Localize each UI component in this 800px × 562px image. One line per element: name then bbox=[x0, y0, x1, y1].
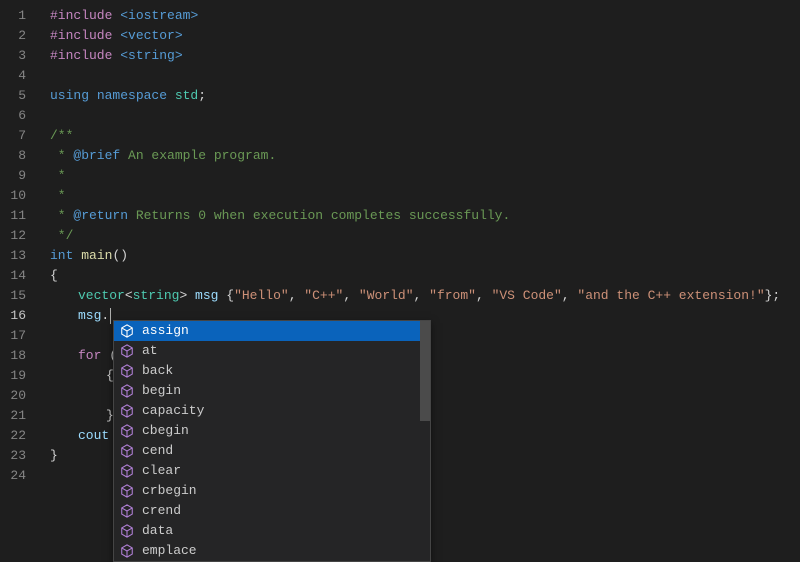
line-number: 11 bbox=[0, 206, 38, 226]
code-line[interactable]: using namespace std; bbox=[50, 86, 800, 106]
suggestion-label: crend bbox=[142, 501, 430, 521]
line-number: 18 bbox=[0, 346, 38, 366]
suggestion-item[interactable]: capacity bbox=[114, 401, 430, 421]
method-icon bbox=[118, 502, 136, 520]
line-number: 22 bbox=[0, 426, 38, 446]
code-line[interactable]: vector<string> msg {"Hello", "C++", "Wor… bbox=[50, 286, 800, 306]
line-number-gutter: 1 2 3 4 5 6 7 8 9 10 11 12 13 14 15 16 1… bbox=[0, 0, 38, 539]
line-number: 21 bbox=[0, 406, 38, 426]
suggestion-label: begin bbox=[142, 381, 430, 401]
method-icon bbox=[118, 522, 136, 540]
line-number: 15 bbox=[0, 286, 38, 306]
line-number: 12 bbox=[0, 226, 38, 246]
suggestion-item[interactable]: clear bbox=[114, 461, 430, 481]
line-number: 9 bbox=[0, 166, 38, 186]
suggestion-label: clear bbox=[142, 461, 430, 481]
suggestion-item[interactable]: crbegin bbox=[114, 481, 430, 501]
suggestion-item[interactable]: at bbox=[114, 341, 430, 361]
line-number: 16 bbox=[0, 306, 38, 326]
line-number: 5 bbox=[0, 86, 38, 106]
line-number: 14 bbox=[0, 266, 38, 286]
code-line[interactable]: * @brief An example program. bbox=[50, 146, 800, 166]
code-line[interactable]: { bbox=[50, 266, 800, 286]
line-number: 24 bbox=[0, 466, 38, 486]
line-number: 23 bbox=[0, 446, 38, 466]
code-line[interactable]: */ bbox=[50, 226, 800, 246]
line-number: 1 bbox=[0, 6, 38, 26]
code-line[interactable]: #include <vector> bbox=[50, 26, 800, 46]
line-number: 13 bbox=[0, 246, 38, 266]
suggestion-label: at bbox=[142, 341, 430, 361]
line-number: 20 bbox=[0, 386, 38, 406]
suggestion-item[interactable]: crend bbox=[114, 501, 430, 521]
method-icon bbox=[118, 422, 136, 440]
suggestion-scrollbar[interactable] bbox=[420, 321, 430, 421]
method-icon bbox=[118, 382, 136, 400]
suggestion-label: crbegin bbox=[142, 481, 430, 501]
code-line[interactable]: * bbox=[50, 186, 800, 206]
suggestion-item[interactable]: cend bbox=[114, 441, 430, 461]
suggestion-item[interactable]: cbegin bbox=[114, 421, 430, 441]
text-cursor bbox=[110, 308, 111, 324]
code-line[interactable]: * @return Returns 0 when execution compl… bbox=[50, 206, 800, 226]
line-number: 10 bbox=[0, 186, 38, 206]
suggestion-label: back bbox=[142, 361, 430, 381]
suggestion-label: cbegin bbox=[142, 421, 430, 441]
suggestion-item[interactable]: assign bbox=[114, 321, 430, 341]
suggestion-label: assign bbox=[142, 321, 430, 341]
line-number: 4 bbox=[0, 66, 38, 86]
line-number: 19 bbox=[0, 366, 38, 386]
code-line[interactable]: #include <iostream> bbox=[50, 6, 800, 26]
line-number: 7 bbox=[0, 126, 38, 146]
suggestion-item[interactable]: back bbox=[114, 361, 430, 381]
method-icon bbox=[118, 442, 136, 460]
method-icon bbox=[118, 462, 136, 480]
code-line[interactable]: int main() bbox=[50, 246, 800, 266]
intellisense-popup[interactable]: assign at back begin capacity cbegin cen… bbox=[113, 320, 431, 562]
method-icon bbox=[118, 482, 136, 500]
suggestion-label: cend bbox=[142, 441, 430, 461]
method-icon bbox=[118, 402, 136, 420]
line-number: 3 bbox=[0, 46, 38, 66]
suggestion-label: capacity bbox=[142, 401, 430, 421]
line-number: 2 bbox=[0, 26, 38, 46]
method-icon bbox=[118, 342, 136, 360]
code-line[interactable] bbox=[50, 106, 800, 126]
code-line[interactable] bbox=[50, 66, 800, 86]
suggestion-item[interactable]: emplace bbox=[114, 541, 430, 561]
suggestion-item[interactable]: begin bbox=[114, 381, 430, 401]
code-line[interactable]: * bbox=[50, 166, 800, 186]
line-number: 17 bbox=[0, 326, 38, 346]
line-number: 6 bbox=[0, 106, 38, 126]
code-line[interactable]: #include <string> bbox=[50, 46, 800, 66]
method-icon bbox=[118, 362, 136, 380]
method-icon bbox=[118, 322, 136, 340]
line-number: 8 bbox=[0, 146, 38, 166]
method-icon bbox=[118, 542, 136, 560]
suggestion-label: emplace bbox=[142, 541, 430, 561]
code-line[interactable]: /** bbox=[50, 126, 800, 146]
suggestion-label: data bbox=[142, 521, 430, 541]
suggestion-item[interactable]: data bbox=[114, 521, 430, 541]
